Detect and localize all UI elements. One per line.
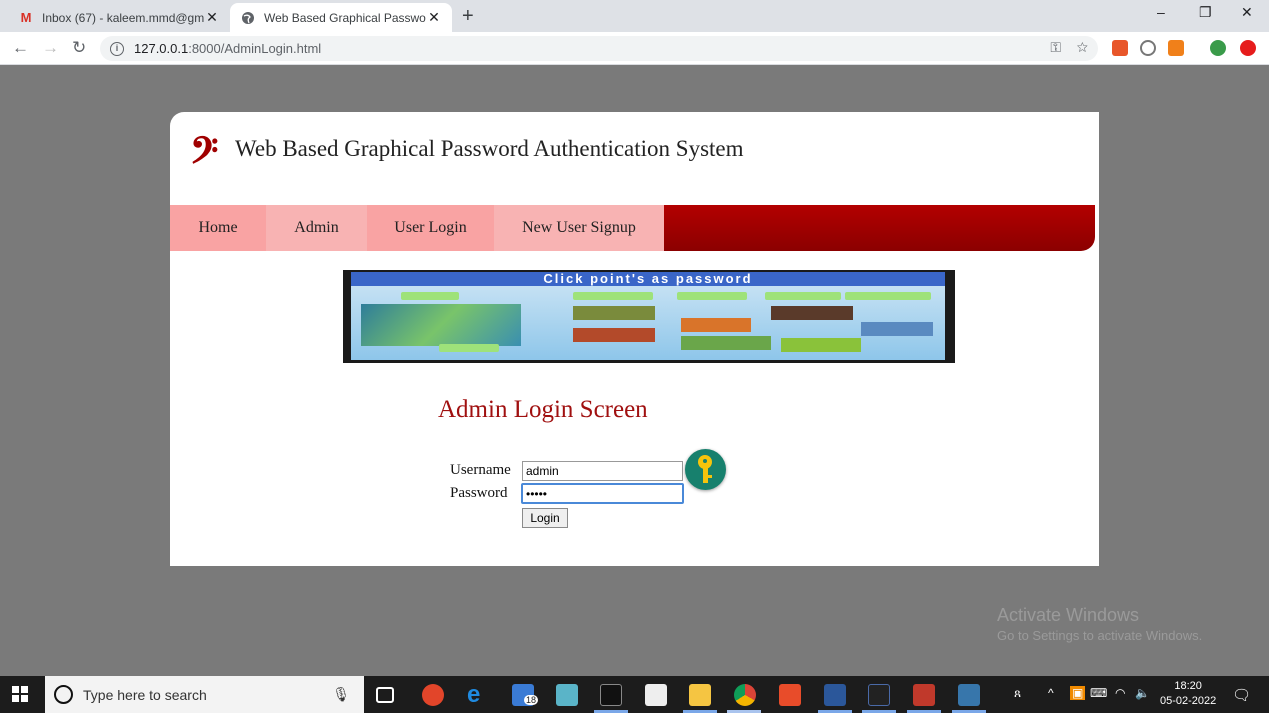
window-close-button[interactable]: ✕	[1241, 4, 1253, 21]
login-button[interactable]: Login	[522, 508, 568, 528]
extension-search-icon[interactable]	[1140, 40, 1156, 56]
windows-start-icon[interactable]	[12, 686, 28, 702]
tray-app-icon[interactable]: ▣	[1070, 686, 1086, 700]
thumbnail-image	[781, 338, 861, 352]
python-icon[interactable]	[958, 684, 980, 706]
browser-toolbar: ← → ↻ i 127.0.0.1:8000/AdminLogin.html ⚿…	[0, 32, 1269, 65]
opera-icon[interactable]	[1240, 40, 1256, 56]
main-nav: Home Admin User Login New User Signup	[170, 205, 1095, 251]
click-chip	[765, 292, 841, 300]
username-input[interactable]	[522, 461, 683, 481]
new-tab-button[interactable]: +	[462, 5, 474, 28]
file-explorer-icon[interactable]	[689, 684, 711, 706]
search-placeholder: Type here to search	[83, 686, 207, 703]
microphone-icon[interactable]: 🎙	[332, 686, 350, 703]
tab-gmail[interactable]: M Inbox (67) - kaleem.mmd@gmail.com ✕	[8, 3, 230, 32]
tab-title: Web Based Graphical Password Authenticat…	[264, 10, 426, 25]
clock[interactable]: 18:20 05-02-2022	[1160, 679, 1216, 709]
app-icon[interactable]	[556, 684, 578, 706]
back-icon[interactable]: ←	[12, 38, 29, 58]
forward-icon[interactable]: →	[42, 38, 59, 58]
reload-icon[interactable]: ↻	[72, 38, 86, 58]
keyboard-icon[interactable]: ⌨	[1090, 686, 1107, 700]
people-icon[interactable]: ጸ	[1014, 686, 1021, 701]
thumbnail-image	[573, 328, 655, 342]
edge-icon[interactable]: e	[467, 683, 489, 707]
app-icon[interactable]	[913, 684, 935, 706]
gmail-icon: M	[20, 10, 32, 25]
nav-user-login[interactable]: User Login	[367, 205, 494, 251]
click-chip	[401, 292, 459, 300]
mail-icon[interactable]: 18	[512, 684, 539, 706]
banner-heading: Click point's as password	[351, 272, 945, 286]
nav-home[interactable]: Home	[170, 205, 266, 251]
click-chip	[573, 292, 653, 300]
thumbnail-image	[681, 336, 771, 350]
tab-active[interactable]: Web Based Graphical Password Authenticat…	[230, 3, 452, 32]
thumbnail-image	[681, 318, 751, 332]
click-chip	[845, 292, 931, 300]
thumbnail-image	[573, 306, 655, 320]
volume-icon[interactable]: 🔈	[1135, 686, 1150, 700]
key-icon[interactable]: ⚿	[1050, 39, 1061, 55]
tab-strip: M Inbox (67) - kaleem.mmd@gmail.com ✕ We…	[0, 0, 1269, 32]
site-logo-icon: 𝄢	[190, 130, 219, 181]
password-label: Password	[450, 485, 508, 501]
site-title: Web Based Graphical Password Authenticat…	[235, 136, 744, 161]
nav-new-user-signup[interactable]: New User Signup	[494, 205, 664, 251]
chevron-up-icon[interactable]: ^	[1048, 686, 1054, 700]
clock-date: 05-02-2022	[1160, 695, 1217, 707]
tab-title: Inbox (67) - kaleem.mmd@gmail.com	[42, 10, 204, 25]
notification-icon[interactable]: 🗨	[1232, 686, 1251, 704]
key-glyph	[698, 455, 712, 483]
thumbnail-image	[361, 304, 521, 346]
page-heading: Admin Login Screen	[438, 396, 648, 423]
key-icon	[685, 449, 726, 490]
minimize-button[interactable]: –	[1157, 4, 1165, 20]
password-input[interactable]	[521, 483, 684, 504]
thumbnail-image	[771, 306, 853, 320]
close-icon[interactable]: ✕	[204, 9, 220, 26]
wifi-icon[interactable]: ◠	[1115, 686, 1125, 700]
app-icon[interactable]	[868, 684, 890, 706]
banner-image: Click point's as password	[343, 270, 955, 363]
star-icon[interactable]: ☆	[1077, 39, 1088, 55]
mail-badge: 18	[524, 695, 539, 705]
click-chip	[677, 292, 747, 300]
extension-globe-icon[interactable]	[1210, 40, 1226, 56]
word-icon[interactable]	[824, 684, 846, 706]
url-path: :8000/AdminLogin.html	[188, 41, 322, 56]
terminal-icon[interactable]	[600, 684, 622, 706]
username-label: Username	[450, 462, 511, 478]
app-icon[interactable]	[422, 684, 444, 706]
metamask-icon[interactable]	[1168, 40, 1184, 56]
activate-windows-title: Activate Windows	[997, 605, 1140, 625]
cortana-icon	[54, 685, 73, 704]
extension-off-icon[interactable]	[1112, 40, 1128, 56]
address-bar[interactable]: i 127.0.0.1:8000/AdminLogin.html ⚿ ☆	[100, 36, 1098, 61]
globe-icon	[240, 10, 256, 26]
close-icon[interactable]: ✕	[426, 9, 442, 26]
omnibox-icons: ⚿ ☆	[1050, 39, 1088, 56]
app-icon[interactable]	[779, 684, 801, 706]
info-icon[interactable]: i	[110, 41, 124, 56]
task-view-icon[interactable]	[376, 687, 394, 703]
page-container: 𝄢 Web Based Graphical Password Authentic…	[170, 112, 1099, 566]
chrome-icon[interactable]	[734, 684, 756, 706]
nav-admin[interactable]: Admin	[266, 205, 367, 251]
clock-time: 18:20	[1174, 680, 1202, 692]
store-icon[interactable]	[645, 684, 667, 706]
click-chip	[439, 344, 499, 352]
restore-button[interactable]: ❐	[1199, 4, 1212, 21]
taskbar: Type here to search 🎙 e 18 ጸ ^ ▣ ⌨ ◠ 🔈 1…	[0, 676, 1269, 713]
thumbnail-image	[861, 322, 933, 336]
taskbar-search[interactable]: Type here to search 🎙	[45, 676, 364, 713]
activate-windows-subtitle: Go to Settings to activate Windows.	[997, 628, 1203, 643]
url-host: 127.0.0.1	[134, 41, 189, 56]
banner-content: Click point's as password	[351, 272, 945, 360]
